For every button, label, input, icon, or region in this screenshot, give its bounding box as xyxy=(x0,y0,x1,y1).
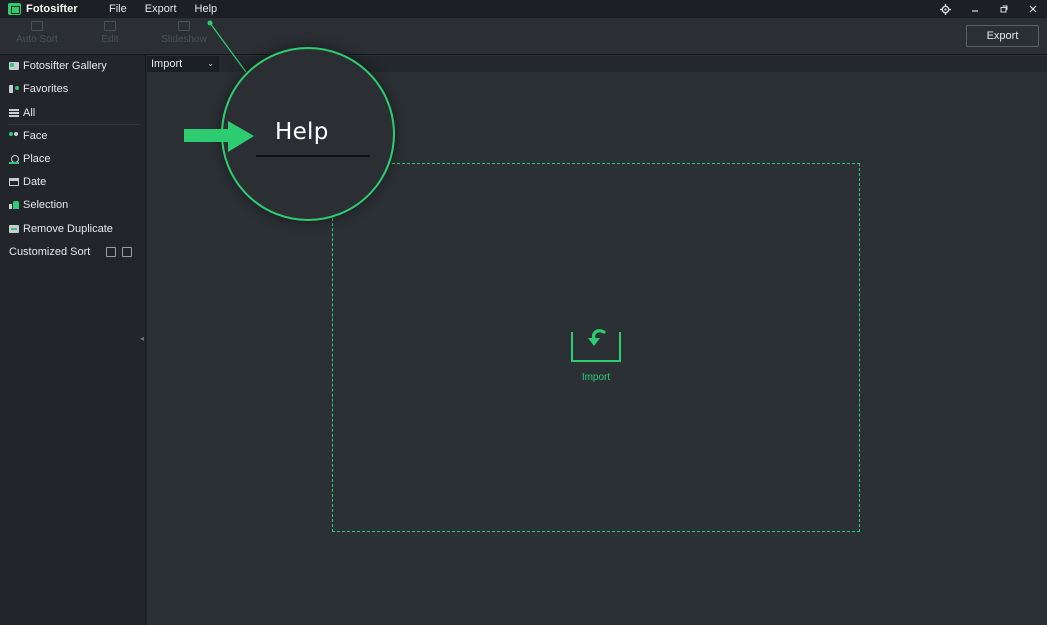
callout-underline xyxy=(256,155,370,157)
calendar-icon xyxy=(9,178,19,186)
face-icon xyxy=(9,132,19,140)
minimize-icon[interactable] xyxy=(960,0,989,18)
menu-file[interactable]: File xyxy=(100,0,136,18)
menu-export[interactable]: Export xyxy=(136,0,186,18)
import-label: Import xyxy=(581,372,611,383)
duplicate-icon xyxy=(9,225,19,233)
restore-icon[interactable] xyxy=(989,0,1018,18)
edit-icon xyxy=(104,21,116,31)
customized-sort-label: Customized Sort xyxy=(9,246,91,258)
list-icon xyxy=(9,109,19,117)
sidebar-item-label: Face xyxy=(23,130,48,142)
chevron-down-icon: ⌄ xyxy=(207,59,214,68)
edit-label: Edit xyxy=(101,34,119,45)
import-dropzone[interactable]: Import xyxy=(332,163,860,532)
app-logo-icon xyxy=(8,3,21,15)
menu-help[interactable]: Help xyxy=(186,0,227,18)
pointer-arrow-icon xyxy=(184,121,254,152)
collapse-sidebar-icon[interactable]: ◂ xyxy=(140,335,145,343)
edit-button[interactable]: Edit xyxy=(100,21,120,45)
sidebar-item-place[interactable]: Place xyxy=(0,148,146,170)
place-icon xyxy=(9,155,19,164)
add-sort-icon[interactable] xyxy=(106,247,116,257)
customized-sort[interactable]: Customized Sort xyxy=(0,241,146,263)
sidebar-item-label: Remove Duplicate xyxy=(23,223,113,235)
sidebar-item-face[interactable]: Face xyxy=(0,125,146,147)
settings-icon[interactable] xyxy=(931,0,960,18)
slideshow-label: Slideshow xyxy=(161,34,207,45)
slideshow-icon xyxy=(178,21,190,31)
favorites-icon xyxy=(9,85,19,93)
customized-sort-actions xyxy=(106,247,132,257)
sidebar-item-label: All xyxy=(23,107,36,119)
auto-sort-icon xyxy=(31,21,43,31)
sidebar: Fotosifter Gallery Favorites All Face Pl… xyxy=(0,55,146,625)
import-select[interactable]: Import ⌄ xyxy=(147,56,219,72)
auto-sort-label: Auto Sort xyxy=(16,34,58,45)
sidebar-item-selection[interactable]: Selection xyxy=(0,194,146,216)
title-bar: Fotosifter File Export Help xyxy=(0,0,1047,18)
sidebar-item-gallery[interactable]: Fotosifter Gallery xyxy=(0,55,146,77)
app-name: Fotosifter xyxy=(26,3,78,15)
gallery-icon xyxy=(9,62,19,70)
export-button[interactable]: Export xyxy=(966,25,1039,47)
slideshow-button[interactable]: Slideshow xyxy=(159,21,209,45)
menu-bar: File Export Help xyxy=(100,0,226,18)
close-icon[interactable] xyxy=(1018,0,1047,18)
sidebar-item-all[interactable]: All xyxy=(0,102,146,124)
sidebar-item-label: Selection xyxy=(23,199,69,211)
window-controls xyxy=(931,0,1047,18)
sidebar-item-label: Place xyxy=(23,153,51,165)
sidebar-item-date[interactable]: Date xyxy=(0,171,146,193)
sidebar-item-remove-duplicate[interactable]: Remove Duplicate xyxy=(0,218,146,240)
brand: Fotosifter xyxy=(8,3,100,15)
callout-help-text: Help xyxy=(275,119,329,145)
sidebar-item-label: Fotosifter Gallery xyxy=(23,60,107,72)
remove-sort-icon[interactable] xyxy=(122,247,132,257)
toolbar: Auto Sort Edit Slideshow Export xyxy=(0,18,1047,55)
import-icon[interactable] xyxy=(571,329,621,362)
auto-sort-button[interactable]: Auto Sort xyxy=(14,21,60,45)
sidebar-item-favorites[interactable]: Favorites xyxy=(0,78,146,100)
app-window: Fotosifter File Export Help Auto Sort Ed… xyxy=(0,0,1047,625)
sidebar-item-label: Date xyxy=(23,176,47,188)
thumbs-up-icon xyxy=(9,201,19,209)
import-select-value: Import xyxy=(151,58,183,70)
sidebar-item-label: Favorites xyxy=(23,83,69,95)
